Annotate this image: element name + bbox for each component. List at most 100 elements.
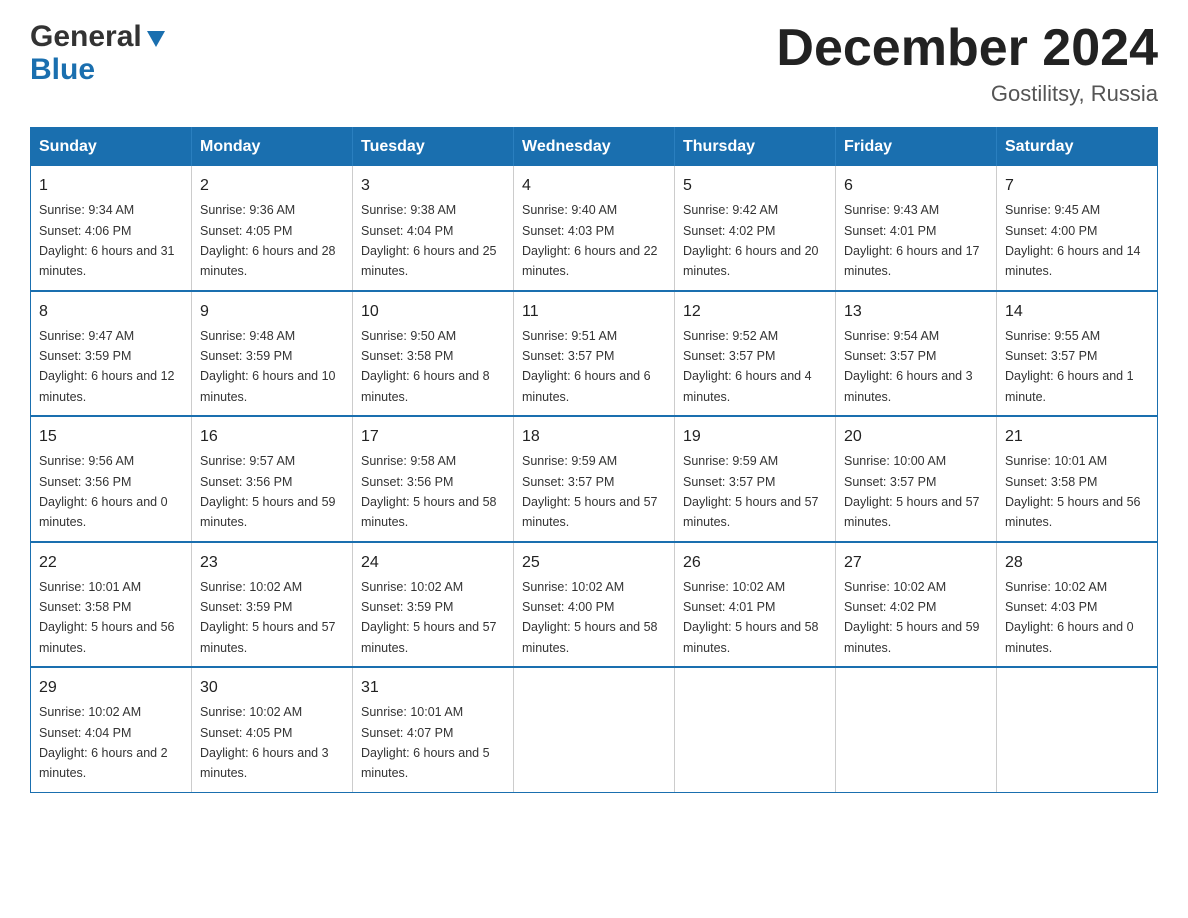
calendar-cell: 3 Sunrise: 9:38 AMSunset: 4:04 PMDayligh… <box>353 166 514 291</box>
calendar-cell: 26 Sunrise: 10:02 AMSunset: 4:01 PMDayli… <box>675 542 836 668</box>
day-info: Sunrise: 9:36 AMSunset: 4:05 PMDaylight:… <box>200 203 336 278</box>
calendar-cell <box>675 667 836 792</box>
header-friday: Friday <box>836 128 997 167</box>
logo: General Blue <box>30 20 167 86</box>
day-info: Sunrise: 9:58 AMSunset: 3:56 PMDaylight:… <box>361 454 497 529</box>
day-number: 14 <box>1005 300 1149 324</box>
calendar-cell <box>836 667 997 792</box>
header-thursday: Thursday <box>675 128 836 167</box>
calendar-cell: 9 Sunrise: 9:48 AMSunset: 3:59 PMDayligh… <box>192 291 353 417</box>
day-number: 16 <box>200 425 344 449</box>
day-number: 19 <box>683 425 827 449</box>
day-number: 8 <box>39 300 183 324</box>
calendar-cell <box>514 667 675 792</box>
day-info: Sunrise: 10:02 AMSunset: 3:59 PMDaylight… <box>361 580 497 655</box>
day-number: 24 <box>361 551 505 575</box>
day-info: Sunrise: 9:54 AMSunset: 3:57 PMDaylight:… <box>844 329 973 404</box>
day-number: 6 <box>844 174 988 198</box>
day-number: 27 <box>844 551 988 575</box>
calendar-title: December 2024 <box>776 20 1158 77</box>
day-number: 13 <box>844 300 988 324</box>
day-info: Sunrise: 10:02 AMSunset: 4:05 PMDaylight… <box>200 705 329 780</box>
calendar-week-row-4: 22 Sunrise: 10:01 AMSunset: 3:58 PMDayli… <box>31 542 1158 668</box>
day-number: 3 <box>361 174 505 198</box>
day-info: Sunrise: 9:55 AMSunset: 3:57 PMDaylight:… <box>1005 329 1134 404</box>
day-info: Sunrise: 10:02 AMSunset: 4:04 PMDaylight… <box>39 705 168 780</box>
day-number: 30 <box>200 676 344 700</box>
header-sunday: Sunday <box>31 128 192 167</box>
calendar-cell: 16 Sunrise: 9:57 AMSunset: 3:56 PMDaylig… <box>192 416 353 542</box>
day-info: Sunrise: 10:00 AMSunset: 3:57 PMDaylight… <box>844 454 980 529</box>
page-header: General Blue December 2024 Gostilitsy, R… <box>30 20 1158 107</box>
day-number: 25 <box>522 551 666 575</box>
day-info: Sunrise: 9:56 AMSunset: 3:56 PMDaylight:… <box>39 454 168 529</box>
header-saturday: Saturday <box>997 128 1158 167</box>
calendar-cell: 4 Sunrise: 9:40 AMSunset: 4:03 PMDayligh… <box>514 166 675 291</box>
calendar-cell: 6 Sunrise: 9:43 AMSunset: 4:01 PMDayligh… <box>836 166 997 291</box>
calendar-cell: 8 Sunrise: 9:47 AMSunset: 3:59 PMDayligh… <box>31 291 192 417</box>
calendar-cell: 5 Sunrise: 9:42 AMSunset: 4:02 PMDayligh… <box>675 166 836 291</box>
calendar-cell: 31 Sunrise: 10:01 AMSunset: 4:07 PMDayli… <box>353 667 514 792</box>
day-info: Sunrise: 9:42 AMSunset: 4:02 PMDaylight:… <box>683 203 819 278</box>
day-info: Sunrise: 10:02 AMSunset: 4:00 PMDaylight… <box>522 580 658 655</box>
calendar-cell: 29 Sunrise: 10:02 AMSunset: 4:04 PMDayli… <box>31 667 192 792</box>
day-number: 12 <box>683 300 827 324</box>
day-number: 11 <box>522 300 666 324</box>
calendar-cell: 20 Sunrise: 10:00 AMSunset: 3:57 PMDayli… <box>836 416 997 542</box>
calendar-cell: 1 Sunrise: 9:34 AMSunset: 4:06 PMDayligh… <box>31 166 192 291</box>
day-number: 7 <box>1005 174 1149 198</box>
day-info: Sunrise: 9:57 AMSunset: 3:56 PMDaylight:… <box>200 454 336 529</box>
day-number: 23 <box>200 551 344 575</box>
calendar-cell: 17 Sunrise: 9:58 AMSunset: 3:56 PMDaylig… <box>353 416 514 542</box>
day-info: Sunrise: 9:38 AMSunset: 4:04 PMDaylight:… <box>361 203 497 278</box>
calendar-cell: 15 Sunrise: 9:56 AMSunset: 3:56 PMDaylig… <box>31 416 192 542</box>
day-info: Sunrise: 10:02 AMSunset: 4:01 PMDaylight… <box>683 580 819 655</box>
calendar-cell: 13 Sunrise: 9:54 AMSunset: 3:57 PMDaylig… <box>836 291 997 417</box>
logo-general-text: General <box>30 20 142 53</box>
day-info: Sunrise: 10:01 AMSunset: 3:58 PMDaylight… <box>1005 454 1141 529</box>
day-number: 9 <box>200 300 344 324</box>
calendar-week-row-5: 29 Sunrise: 10:02 AMSunset: 4:04 PMDayli… <box>31 667 1158 792</box>
calendar-cell <box>997 667 1158 792</box>
day-info: Sunrise: 10:02 AMSunset: 4:03 PMDaylight… <box>1005 580 1134 655</box>
day-info: Sunrise: 9:47 AMSunset: 3:59 PMDaylight:… <box>39 329 175 404</box>
day-number: 31 <box>361 676 505 700</box>
calendar-cell: 11 Sunrise: 9:51 AMSunset: 3:57 PMDaylig… <box>514 291 675 417</box>
day-number: 29 <box>39 676 183 700</box>
day-info: Sunrise: 9:51 AMSunset: 3:57 PMDaylight:… <box>522 329 651 404</box>
calendar-table: Sunday Monday Tuesday Wednesday Thursday… <box>30 127 1158 793</box>
header-tuesday: Tuesday <box>353 128 514 167</box>
calendar-week-row-3: 15 Sunrise: 9:56 AMSunset: 3:56 PMDaylig… <box>31 416 1158 542</box>
calendar-cell: 18 Sunrise: 9:59 AMSunset: 3:57 PMDaylig… <box>514 416 675 542</box>
calendar-cell: 30 Sunrise: 10:02 AMSunset: 4:05 PMDayli… <box>192 667 353 792</box>
logo-triangle-icon <box>145 27 167 49</box>
calendar-week-row-1: 1 Sunrise: 9:34 AMSunset: 4:06 PMDayligh… <box>31 166 1158 291</box>
day-number: 1 <box>39 174 183 198</box>
calendar-cell: 27 Sunrise: 10:02 AMSunset: 4:02 PMDayli… <box>836 542 997 668</box>
day-info: Sunrise: 9:52 AMSunset: 3:57 PMDaylight:… <box>683 329 812 404</box>
title-block: December 2024 Gostilitsy, Russia <box>776 20 1158 107</box>
day-number: 22 <box>39 551 183 575</box>
calendar-cell: 23 Sunrise: 10:02 AMSunset: 3:59 PMDayli… <box>192 542 353 668</box>
day-info: Sunrise: 9:40 AMSunset: 4:03 PMDaylight:… <box>522 203 658 278</box>
header-monday: Monday <box>192 128 353 167</box>
calendar-cell: 28 Sunrise: 10:02 AMSunset: 4:03 PMDayli… <box>997 542 1158 668</box>
day-info: Sunrise: 10:01 AMSunset: 4:07 PMDaylight… <box>361 705 490 780</box>
day-info: Sunrise: 9:43 AMSunset: 4:01 PMDaylight:… <box>844 203 980 278</box>
calendar-cell: 19 Sunrise: 9:59 AMSunset: 3:57 PMDaylig… <box>675 416 836 542</box>
day-number: 15 <box>39 425 183 449</box>
day-number: 20 <box>844 425 988 449</box>
calendar-cell: 21 Sunrise: 10:01 AMSunset: 3:58 PMDayli… <box>997 416 1158 542</box>
logo-blue-text: Blue <box>30 53 95 86</box>
day-info: Sunrise: 9:48 AMSunset: 3:59 PMDaylight:… <box>200 329 336 404</box>
day-number: 21 <box>1005 425 1149 449</box>
day-info: Sunrise: 10:01 AMSunset: 3:58 PMDaylight… <box>39 580 175 655</box>
day-number: 18 <box>522 425 666 449</box>
calendar-header-row: Sunday Monday Tuesday Wednesday Thursday… <box>31 128 1158 167</box>
day-info: Sunrise: 9:45 AMSunset: 4:00 PMDaylight:… <box>1005 203 1141 278</box>
day-number: 2 <box>200 174 344 198</box>
calendar-cell: 25 Sunrise: 10:02 AMSunset: 4:00 PMDayli… <box>514 542 675 668</box>
calendar-cell: 14 Sunrise: 9:55 AMSunset: 3:57 PMDaylig… <box>997 291 1158 417</box>
day-number: 5 <box>683 174 827 198</box>
calendar-week-row-2: 8 Sunrise: 9:47 AMSunset: 3:59 PMDayligh… <box>31 291 1158 417</box>
